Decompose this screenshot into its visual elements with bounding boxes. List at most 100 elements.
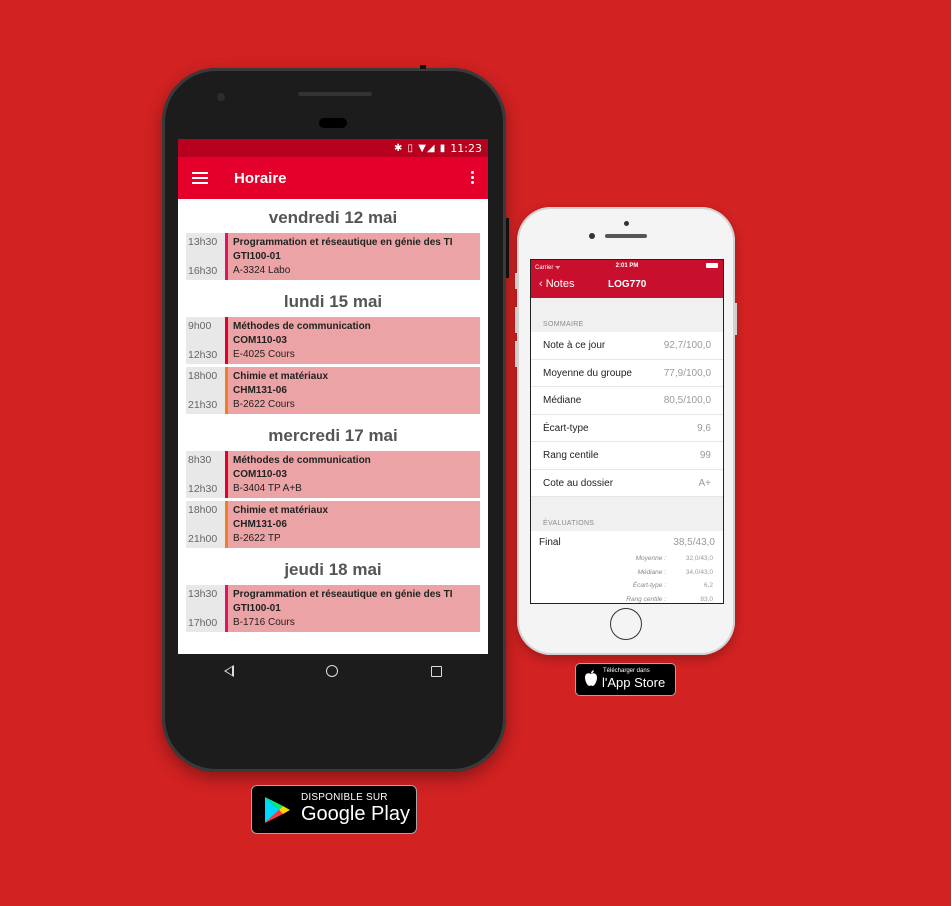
status-icons: ✱ ▯ ▼◢ ▮: [393, 142, 447, 154]
chevron-left-icon: ‹: [539, 278, 543, 290]
app-store-big-text: l'App Store: [602, 675, 666, 690]
summary-value: A+: [698, 477, 711, 489]
course-item[interactable]: 9h00 12h30 Méthodes de communication COM…: [186, 317, 480, 364]
summary-label: Moyenne du groupe: [543, 367, 632, 379]
hamburger-menu-icon[interactable]: [192, 172, 208, 184]
summary-label: Cote au dossier: [543, 477, 614, 489]
apple-icon: [585, 670, 597, 686]
course-code: COM110-03: [233, 469, 287, 480]
android-app-bar: Horaire: [178, 157, 488, 199]
evaluation-total: 38,5/43,0: [673, 537, 715, 548]
android-nav-bar: [178, 654, 488, 688]
android-status-bar: ✱ ▯ ▼◢ ▮ 11:23: [178, 139, 488, 157]
back-button[interactable]: ‹ Notes: [539, 278, 574, 290]
summary-label: Médiane: [543, 395, 582, 406]
evaluation-card[interactable]: Final 38,5/43,0 Moyenne : 32,0/43,0 Médian…: [531, 531, 723, 603]
course-start-time: 13h30: [188, 236, 218, 248]
iphone-screen: Carrier ᯤ 2:01 PM ‹ Notes LOG770 SOMMAIR…: [530, 259, 724, 604]
ios-clock: 2:01 PM: [615, 263, 639, 269]
iphone-power-button: [735, 303, 737, 335]
course-info: Chimie et matériaux CHM131-06 B-2622 Cou…: [228, 367, 480, 414]
course-info: Programmation et réseautique en génie de…: [228, 233, 480, 280]
course-item[interactable]: 8h30 12h30 Méthodes de communication COM…: [186, 451, 480, 498]
iphone-home-button[interactable]: [610, 608, 642, 640]
day-header: vendredi 12 mai: [268, 208, 398, 227]
course-end-time: 12h30: [188, 483, 218, 495]
evaluation-stat-label: Médiane :: [637, 568, 666, 576]
course-room: B-1716 Cours: [233, 617, 295, 628]
back-button-label: Notes: [545, 278, 575, 290]
course-item[interactable]: 18h00 21h30 Chimie et matériaux CHM131-0…: [186, 367, 480, 414]
google-play-big-text: Google Play: [301, 803, 410, 825]
course-item[interactable]: 13h30 16h30 Programmation et réseautique…: [186, 233, 480, 280]
course-start-time: 18h00: [188, 370, 218, 382]
google-play-small-text: DISPONIBLE SUR: [301, 792, 388, 803]
iphone-camera: [624, 221, 629, 226]
course-end-time: 16h30: [188, 265, 218, 277]
nav-title: LOG770: [608, 279, 647, 290]
iphone-mute-switch: [515, 273, 517, 289]
iphone-speaker: [605, 234, 647, 238]
evaluation-stat-value: 34,0/43,0: [685, 568, 713, 576]
evaluation-stat-value: 83,0: [700, 595, 713, 603]
course-times: 13h30 17h00: [186, 585, 225, 632]
course-item[interactable]: 18h00 21h00 Chimie et matériaux CHM131-0…: [186, 501, 480, 548]
course-code: CHM131-06: [233, 519, 287, 530]
course-room: A-3324 Labo: [233, 265, 291, 276]
evaluation-stat-value: 6,2: [703, 582, 713, 589]
summary-row: Moyenne du groupe 77,9/100,0: [531, 360, 723, 387]
back-icon[interactable]: [224, 665, 235, 677]
day-header: lundi 15 mai: [283, 292, 383, 311]
android-sensor: [217, 93, 225, 101]
course-info: Méthodes de communication COM110-03 B-34…: [228, 451, 480, 498]
course-times: 18h00 21h30: [186, 367, 225, 414]
google-play-icon: [265, 797, 290, 823]
course-name: Chimie et matériaux: [233, 371, 329, 382]
ios-nav-bar: ‹ Notes LOG770: [531, 272, 723, 298]
course-times: 13h30 16h30: [186, 233, 225, 280]
summary-row: Médiane 80,5/100,0: [531, 387, 723, 415]
overflow-menu-icon[interactable]: [471, 171, 474, 185]
evaluation-name: Final: [539, 537, 561, 548]
iphone-volume-down: [515, 341, 517, 367]
android-side-button: [506, 218, 509, 278]
course-info: Méthodes de communication COM110-03 E-40…: [228, 317, 480, 364]
summary-section-header: SOMMAIRE: [531, 298, 723, 332]
summary-row: Écart-type 9,6: [531, 415, 723, 442]
home-icon[interactable]: [326, 665, 339, 677]
evaluation-stat-label: Écart-type :: [632, 582, 666, 589]
summary-label: Note à ce jour: [543, 340, 606, 351]
summary-row: Rang centile 99: [531, 442, 723, 470]
iphone-volume-up: [515, 307, 517, 333]
summary-header-label: SOMMAIRE: [543, 321, 584, 328]
google-play-badge[interactable]: DISPONIBLE SUR Google Play: [251, 785, 417, 834]
summary-value: 92,7/100,0: [663, 340, 711, 351]
evaluations-header-label: ÉVALUATIONS: [543, 520, 595, 527]
course-room: B-2622 Cours: [233, 399, 295, 410]
summary-label: Rang centile: [543, 450, 599, 461]
day-header: mercredi 17 mai: [268, 426, 398, 445]
course-name: Méthodes de communication: [233, 321, 371, 332]
course-code: CHM131-06: [233, 385, 287, 396]
summary-value: 99: [699, 450, 711, 461]
course-start-time: 18h00: [188, 504, 218, 516]
course-code: COM110-03: [233, 335, 287, 346]
course-item[interactable]: 13h30 17h00 Programmation et réseautique…: [186, 585, 480, 632]
recents-icon[interactable]: [430, 665, 442, 677]
app-store-small-text: Télécharger dans: [603, 668, 650, 674]
course-times: 9h00 12h30: [186, 317, 225, 364]
course-room: B-3404 TP A+B: [233, 483, 302, 494]
course-end-time: 21h30: [188, 399, 218, 411]
course-end-time: 12h30: [188, 349, 218, 361]
iphone: Carrier ᯤ 2:01 PM ‹ Notes LOG770 SOMMAIR…: [515, 207, 737, 655]
course-end-time: 21h00: [188, 533, 218, 545]
summary-value: 77,9/100,0: [663, 367, 711, 379]
course-info: Programmation et réseautique en génie de…: [228, 585, 480, 632]
status-time: 11:23: [450, 141, 482, 155]
course-room: E-4025 Cours: [233, 349, 295, 360]
course-times: 18h00 21h00: [186, 501, 225, 548]
evaluation-stat-label: Rang centile :: [626, 595, 666, 603]
app-store-badge[interactable]: Télécharger dans l'App Store: [575, 663, 676, 696]
evaluation-stat-value: 32,0/43,0: [685, 555, 713, 562]
evaluation-stat-label: Moyenne :: [635, 555, 666, 562]
